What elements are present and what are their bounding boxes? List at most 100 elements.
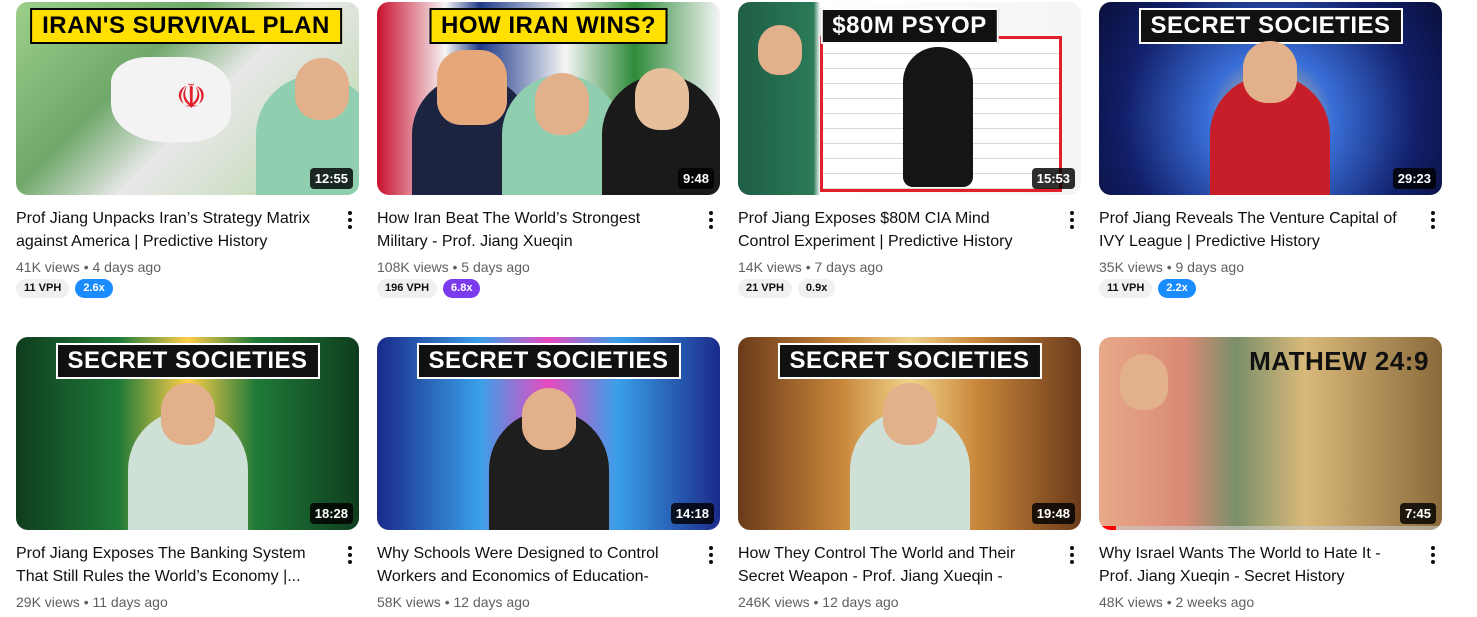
thumbnail-title: IRAN'S SURVIVAL PLAN bbox=[30, 8, 342, 44]
separator: • bbox=[1166, 259, 1172, 275]
presenter-face bbox=[295, 58, 349, 120]
video-card[interactable]: MATHEW 24:9 7:45 Why Israel Wants The Wo… bbox=[1099, 337, 1442, 610]
presenter-face bbox=[535, 73, 589, 135]
video-title[interactable]: How They Control The World and Their Sec… bbox=[738, 542, 1038, 588]
hooded-figure bbox=[903, 47, 973, 187]
video-stats: 48K views • 2 weeks ago bbox=[1099, 594, 1442, 610]
presenter-face bbox=[882, 383, 937, 445]
video-title[interactable]: Prof Jiang Exposes $80M CIA Mind Control… bbox=[738, 207, 1038, 253]
outlier-ratio-badge: 2.2x bbox=[1158, 279, 1196, 298]
view-count: 58K views bbox=[377, 594, 441, 610]
separator: • bbox=[83, 259, 89, 275]
video-thumbnail[interactable]: SECRET SOCIETIES 29:23 bbox=[1099, 2, 1442, 195]
video-duration: 15:53 bbox=[1031, 168, 1075, 189]
more-options-icon[interactable] bbox=[345, 544, 355, 566]
separator: • bbox=[83, 594, 89, 610]
video-card[interactable]: HOW IRAN WINS? 9:48 How Iran Beat The Wo… bbox=[377, 2, 720, 298]
presenter-face bbox=[160, 383, 215, 445]
presenter-face bbox=[521, 388, 576, 450]
video-stats: 35K views • 9 days ago bbox=[1099, 259, 1442, 275]
video-thumbnail[interactable]: $80M PSYOP 15:53 bbox=[738, 2, 1081, 195]
upload-age: 4 days ago bbox=[92, 259, 162, 275]
presenter-face bbox=[758, 25, 802, 75]
more-options-icon[interactable] bbox=[1428, 544, 1438, 566]
map-shape bbox=[111, 57, 231, 142]
upload-age: 7 days ago bbox=[814, 259, 884, 275]
video-card[interactable]: ☫ IRAN'S SURVIVAL PLAN 12:55 Prof Jiang … bbox=[16, 2, 359, 298]
separator: • bbox=[813, 594, 819, 610]
video-thumbnail[interactable]: SECRET SOCIETIES ◉ 14:18 bbox=[377, 337, 720, 530]
video-duration: 29:23 bbox=[1392, 168, 1436, 189]
more-options-icon[interactable] bbox=[706, 544, 716, 566]
more-options-icon[interactable] bbox=[1067, 544, 1077, 566]
video-card[interactable]: SECRET SOCIETIES ◉ 14:18 Why Schools Wer… bbox=[377, 337, 720, 610]
video-title[interactable]: Prof Jiang Exposes The Banking System Th… bbox=[16, 542, 316, 588]
emblem-icon: ☫ bbox=[176, 78, 207, 116]
view-count: 35K views bbox=[1099, 259, 1163, 275]
outlier-ratio-badge: 6.8x bbox=[443, 279, 481, 298]
view-count: 246K views bbox=[738, 594, 810, 610]
thumbnail-title: SECRET SOCIETIES bbox=[55, 343, 320, 379]
person-face-left bbox=[437, 50, 507, 125]
badge-row: 21 VPH 0.9x bbox=[738, 279, 1081, 298]
thumbnail-title: HOW IRAN WINS? bbox=[429, 8, 668, 44]
upload-age: 12 days ago bbox=[453, 594, 530, 610]
video-stats: 108K views • 5 days ago bbox=[377, 259, 720, 275]
thumbnail-title: MATHEW 24:9 bbox=[1249, 346, 1429, 376]
view-count: 48K views bbox=[1099, 594, 1163, 610]
vph-badge: 11 VPH bbox=[16, 279, 70, 298]
video-title[interactable]: Prof Jiang Reveals The Venture Capital o… bbox=[1099, 207, 1399, 253]
video-card[interactable]: SECRET SOCIETIES 29:23 Prof Jiang Reveal… bbox=[1099, 2, 1442, 298]
vph-badge: 196 VPH bbox=[377, 279, 438, 298]
video-title[interactable]: Why Schools Were Designed to Control Wor… bbox=[377, 542, 677, 588]
video-card[interactable]: $80M PSYOP 15:53 Prof Jiang Exposes $80M… bbox=[738, 2, 1081, 298]
upload-age: 9 days ago bbox=[1175, 259, 1245, 275]
video-thumbnail[interactable]: HOW IRAN WINS? 9:48 bbox=[377, 2, 720, 195]
badge-row: 11 VPH 2.6x bbox=[16, 279, 359, 298]
more-options-icon[interactable] bbox=[345, 209, 355, 231]
thumbnail-title: SECRET SOCIETIES bbox=[416, 343, 681, 379]
presenter-face bbox=[1120, 354, 1168, 410]
video-title[interactable]: Prof Jiang Unpacks Iran’s Strategy Matri… bbox=[16, 207, 316, 253]
video-duration: 18:28 bbox=[309, 503, 353, 524]
upload-age: 12 days ago bbox=[822, 594, 899, 610]
video-card[interactable]: SECRET SOCIETIES ▲ 19:48 How They Contro… bbox=[738, 337, 1081, 610]
separator: • bbox=[444, 594, 450, 610]
more-options-icon[interactable] bbox=[1428, 209, 1438, 231]
person-face-right bbox=[635, 68, 689, 130]
outlier-ratio-badge: 0.9x bbox=[797, 279, 836, 298]
more-options-icon[interactable] bbox=[1067, 209, 1077, 231]
video-thumbnail[interactable]: SECRET SOCIETIES ✦ 18:28 bbox=[16, 337, 359, 530]
video-duration: 12:55 bbox=[309, 168, 353, 189]
video-thumbnail[interactable]: SECRET SOCIETIES ▲ 19:48 bbox=[738, 337, 1081, 530]
badge-row: 11 VPH 2.2x bbox=[1099, 279, 1442, 298]
video-thumbnail[interactable]: MATHEW 24:9 7:45 bbox=[1099, 337, 1442, 530]
video-card[interactable]: SECRET SOCIETIES ✦ 18:28 Prof Jiang Expo… bbox=[16, 337, 359, 610]
badge-row: 196 VPH 6.8x bbox=[377, 279, 720, 298]
separator: • bbox=[452, 259, 458, 275]
video-title[interactable]: How Iran Beat The World’s Strongest Mili… bbox=[377, 207, 677, 253]
presenter-face bbox=[1243, 41, 1297, 103]
upload-age: 11 days ago bbox=[92, 594, 168, 610]
upload-age: 5 days ago bbox=[461, 259, 530, 275]
view-count: 29K views bbox=[16, 594, 80, 610]
video-duration: 14:18 bbox=[670, 503, 714, 524]
video-stats: 41K views • 4 days ago bbox=[16, 259, 359, 275]
outlier-ratio-badge: 2.6x bbox=[75, 279, 113, 298]
video-stats: 14K views • 7 days ago bbox=[738, 259, 1081, 275]
video-stats: 246K views • 12 days ago bbox=[738, 594, 1081, 610]
thumbnail-title: SECRET SOCIETIES bbox=[777, 343, 1042, 379]
video-duration: 7:45 bbox=[1399, 503, 1436, 524]
video-title[interactable]: Why Israel Wants The World to Hate It - … bbox=[1099, 542, 1399, 588]
vph-badge: 11 VPH bbox=[1099, 279, 1153, 298]
video-duration: 9:48 bbox=[677, 168, 714, 189]
upload-age: 2 weeks ago bbox=[1175, 594, 1255, 610]
thumbnail-title: SECRET SOCIETIES bbox=[1138, 8, 1403, 44]
view-count: 108K views bbox=[377, 259, 449, 275]
vph-badge: 21 VPH bbox=[738, 279, 792, 298]
view-count: 14K views bbox=[738, 259, 802, 275]
video-duration: 19:48 bbox=[1031, 503, 1075, 524]
separator: • bbox=[805, 259, 811, 275]
video-thumbnail[interactable]: ☫ IRAN'S SURVIVAL PLAN 12:55 bbox=[16, 2, 359, 195]
more-options-icon[interactable] bbox=[706, 209, 716, 231]
